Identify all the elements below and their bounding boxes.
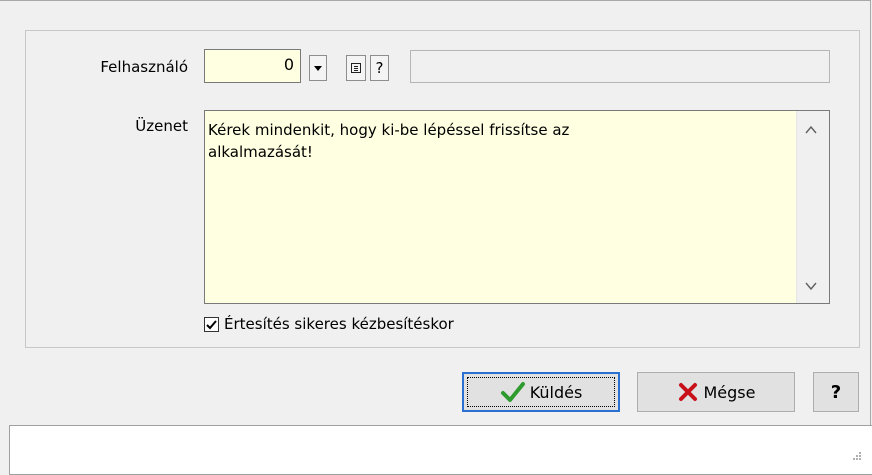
- status-panel: [9, 425, 872, 475]
- scroll-down-icon[interactable]: [804, 279, 818, 293]
- user-help-button[interactable]: ?: [370, 55, 389, 81]
- cross-icon: [678, 383, 697, 401]
- cancel-button[interactable]: Mégse: [637, 372, 795, 412]
- notify-label: Értesítés sikeres kézbesítéskor: [224, 315, 454, 333]
- user-list-button[interactable]: [346, 55, 366, 81]
- user-label: Felhasználó: [100, 58, 188, 76]
- user-dropdown-button[interactable]: [309, 55, 327, 81]
- message-textarea[interactable]: Kérek mindenkit, hogy ki-be lépéssel fri…: [204, 110, 830, 304]
- list-icon: [351, 63, 361, 73]
- dropdown-arrow-icon: [314, 65, 322, 71]
- user-id-field[interactable]: 0: [204, 49, 301, 83]
- help-button[interactable]: ?: [813, 372, 859, 412]
- checkmark-icon: [206, 319, 217, 329]
- notify-checkbox-row[interactable]: Értesítés sikeres kézbesítéskor: [204, 315, 454, 333]
- send-button[interactable]: Küldés: [462, 372, 620, 412]
- notify-checkbox[interactable]: [204, 316, 219, 332]
- user-name-display: [410, 50, 830, 83]
- cancel-button-label: Mégse: [703, 382, 756, 402]
- message-label: Üzenet: [135, 117, 188, 135]
- focus-rect: [467, 377, 615, 407]
- message-scrollbar[interactable]: [796, 111, 829, 303]
- message-text: Kérek mindenkit, hogy ki-be lépéssel fri…: [208, 121, 570, 161]
- scroll-up-icon[interactable]: [804, 123, 818, 137]
- resize-grip-icon[interactable]: [850, 449, 862, 461]
